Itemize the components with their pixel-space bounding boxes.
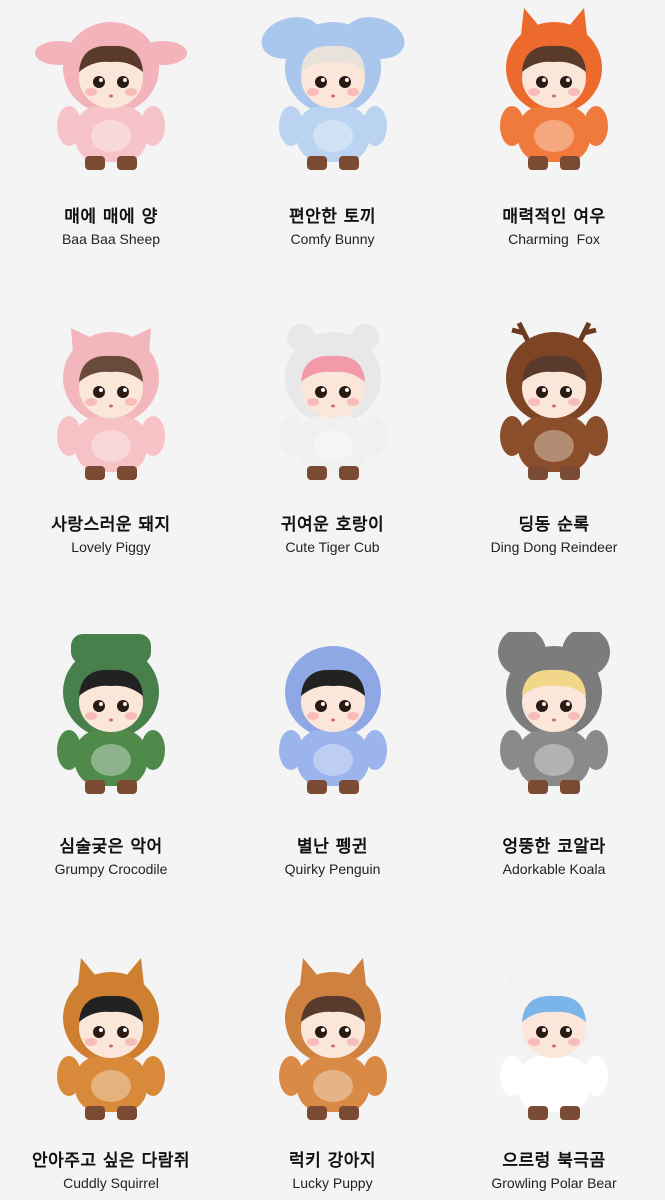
figure-name-korean: 편안한 토끼 — [288, 207, 377, 227]
penguin-costume-doll — [278, 646, 387, 794]
bunny-doll-image — [253, 8, 413, 178]
sheep-doll-image — [31, 8, 191, 178]
figure-name-english: Growling Polar Bear — [491, 1175, 617, 1191]
figure-card-puppy[interactable]: 럭키 강아지 Lucky Puppy — [222, 930, 443, 1200]
reindeer-doll-image — [474, 318, 634, 488]
figure-name-korean: 귀여운 호랑이 — [280, 515, 385, 535]
figure-name-english: Comfy Bunny — [290, 231, 375, 247]
figure-name-english: Lucky Puppy — [292, 1175, 373, 1191]
penguin-doll-image — [253, 632, 413, 802]
figure-name-korean: 매력적인 여우 — [502, 207, 606, 227]
figure-card-bunny[interactable]: 편안한 토끼 Comfy Bunny — [222, 0, 443, 300]
figure-name-korean: 안아주고 싶은 다람쥐 — [31, 1151, 191, 1171]
figure-name-korean: 별난 펭귄 — [297, 837, 368, 857]
bunny-costume-doll — [261, 17, 404, 170]
figure-card-polar-bear[interactable]: 으르렁 북극곰 Growling Polar Bear — [443, 930, 665, 1200]
figure-name-korean: 엉뚱한 코알라 — [502, 837, 606, 857]
figure-card-penguin[interactable]: 별난 펭귄 Quirky Penguin — [222, 610, 443, 930]
figure-card-reindeer[interactable]: 딩동 순록 Ding Dong Reindeer — [443, 300, 665, 610]
polar-bear-doll-image — [474, 958, 634, 1128]
figure-name-english: Cuddly Squirrel — [63, 1175, 159, 1191]
figure-card-fox[interactable]: 매력적인 여우 Charming Fox — [443, 0, 665, 300]
pig-costume-doll — [57, 328, 165, 480]
fox-costume-doll — [500, 8, 608, 170]
figure-name-korean: 심술궂은 악어 — [59, 837, 163, 857]
figure-card-crocodile[interactable]: 심술궂은 악어 Grumpy Crocodile — [0, 610, 222, 930]
figure-name-korean: 으르렁 북극곰 — [502, 1151, 606, 1171]
tiger-doll-image — [253, 318, 413, 488]
squirrel-costume-doll — [57, 958, 165, 1120]
figure-name-english: Ding Dong Reindeer — [490, 539, 618, 555]
figure-card-squirrel[interactable]: 안아주고 싶은 다람쥐 Cuddly Squirrel — [0, 930, 222, 1200]
figure-name-korean: 럭키 강아지 — [288, 1151, 377, 1171]
squirrel-doll-image — [31, 958, 191, 1128]
crocodile-costume-doll — [57, 634, 165, 794]
figure-name-english: Lovely Piggy — [71, 539, 151, 555]
koala-costume-doll — [498, 632, 610, 794]
figure-name-korean: 매에 매에 양 — [64, 207, 158, 227]
figure-card-sheep[interactable]: 매에 매에 양 Baa Baa Sheep — [0, 0, 222, 300]
figure-card-tiger[interactable]: 귀여운 호랑이 Cute Tiger Cub — [222, 300, 443, 610]
sheep-costume-doll — [35, 22, 187, 170]
figure-name-english: Quirky Penguin — [284, 861, 381, 877]
reindeer-costume-doll — [500, 321, 608, 480]
figure-name-korean: 딩동 순록 — [518, 515, 590, 535]
figure-name-english: Baa Baa Sheep — [61, 231, 161, 247]
puppy-doll-image — [253, 958, 413, 1128]
polar-bear-costume-doll — [500, 964, 608, 1120]
fox-doll-image — [474, 8, 634, 178]
pig-doll-image — [31, 318, 191, 488]
crocodile-doll-image — [31, 632, 191, 802]
figure-name-english: Adorkable Koala — [502, 861, 606, 877]
figure-name-korean: 사랑스러운 돼지 — [51, 515, 171, 535]
figure-card-piggy[interactable]: 사랑스러운 돼지 Lovely Piggy — [0, 300, 222, 610]
figure-card-koala[interactable]: 엉뚱한 코알라 Adorkable Koala — [443, 610, 665, 930]
figure-grid: 매에 매에 양 Baa Baa Sheep 편안한 토끼 Comfy Bunny… — [0, 0, 665, 1200]
tiger-costume-doll — [278, 324, 387, 480]
figure-name-english: Charming Fox — [508, 231, 600, 247]
puppy-costume-doll — [278, 958, 387, 1120]
koala-doll-image — [474, 632, 634, 802]
figure-name-english: Cute Tiger Cub — [285, 539, 380, 555]
figure-name-english: Grumpy Crocodile — [54, 861, 168, 877]
